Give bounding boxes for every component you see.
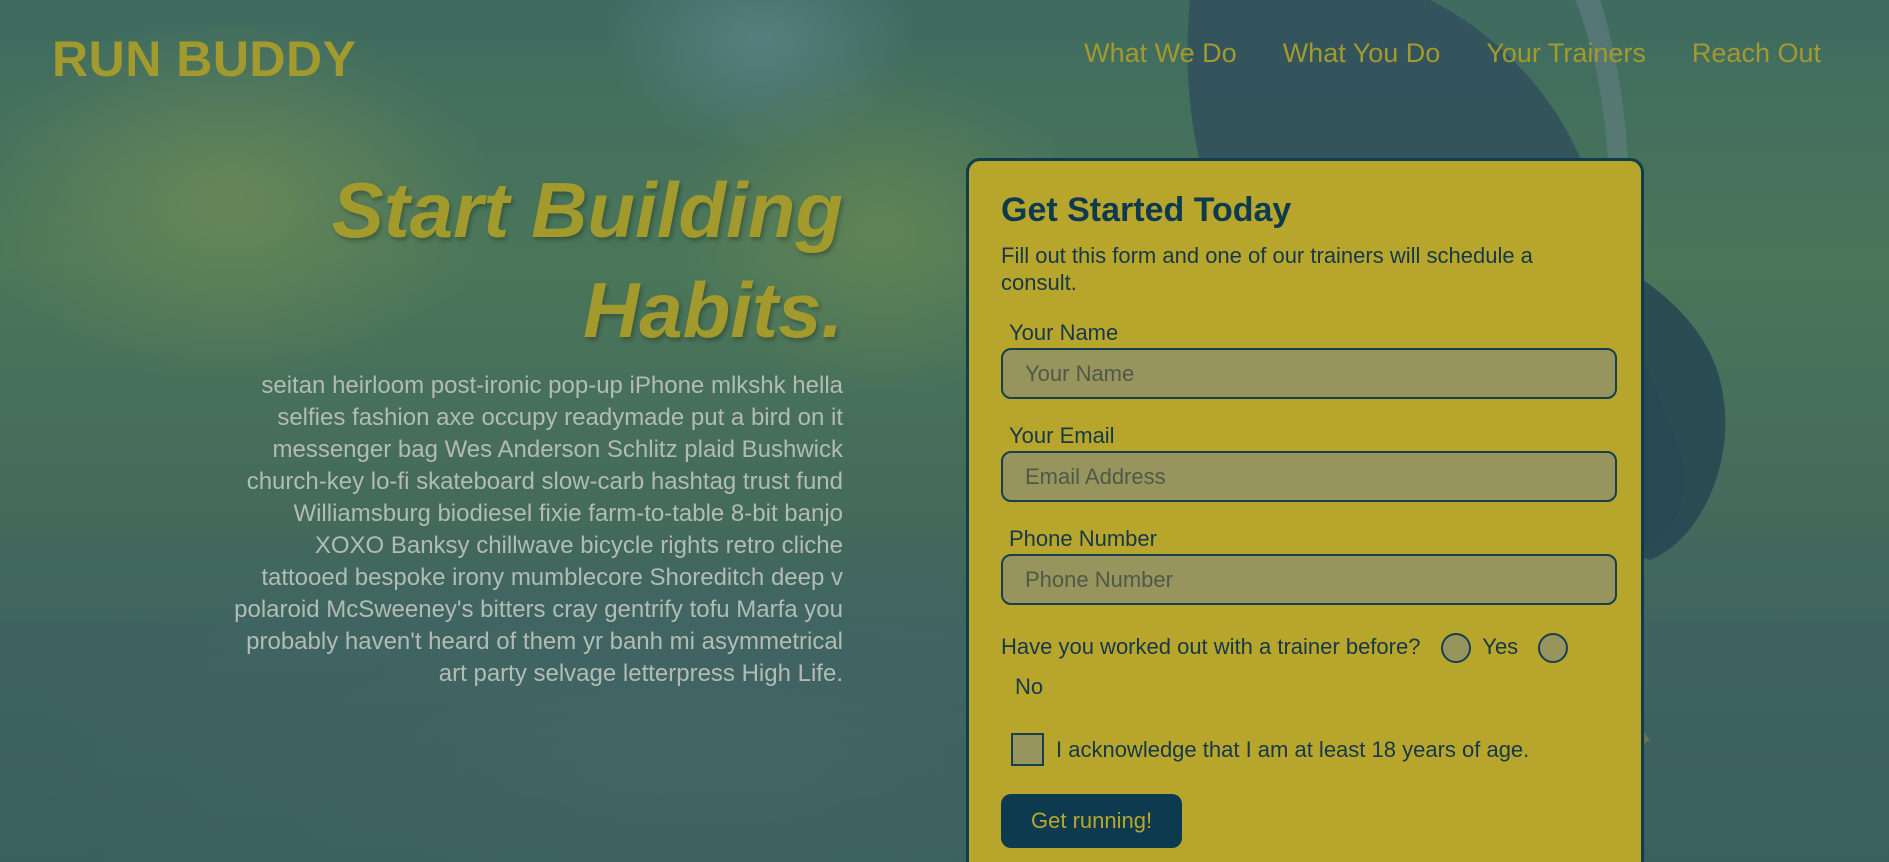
radio-yes[interactable]: [1440, 633, 1471, 664]
age-checkbox[interactable]: [1011, 733, 1044, 766]
main-nav: What We Do What You Do Your Trainers Rea…: [1084, 38, 1821, 69]
form-intro: Fill out this form and one of our traine…: [1001, 243, 1533, 295]
name-label: Your Name: [1009, 320, 1119, 345]
age-acknowledge-label: I acknowledge that I am at least 18 year…: [1056, 736, 1530, 762]
radio-no-label: No: [1015, 674, 1044, 699]
site-logo[interactable]: RUN BUDDY: [52, 30, 357, 88]
age-acknowledge-group: I acknowledge that I am at least 18 year…: [1001, 733, 1609, 766]
radio-no[interactable]: [1538, 633, 1569, 664]
page: RUN BUDDY What We Do What You Do Your Tr…: [0, 0, 1889, 862]
hero-section: Start Building Habits. seitan heirloom p…: [230, 160, 843, 690]
radio-yes-label: Yes: [1482, 634, 1519, 659]
email-field-group: Your Email: [1001, 423, 1617, 502]
phone-input[interactable]: [1001, 554, 1617, 605]
email-input[interactable]: [1001, 451, 1617, 502]
email-label: Your Email: [1009, 423, 1115, 448]
trainer-question-label: Have you worked out with a trainer befor…: [1001, 634, 1421, 659]
hero-body-text: seitan heirloom post-ironic pop-up iPhon…: [234, 372, 843, 687]
trainer-question-group: Have you worked out with a trainer befor…: [1001, 627, 1609, 707]
name-input[interactable]: [1001, 348, 1617, 399]
hero-title-line-1: Start Building: [331, 166, 843, 254]
nav-link-what-you-do[interactable]: What You Do: [1283, 38, 1441, 69]
nav-link-your-trainers[interactable]: Your Trainers: [1486, 38, 1646, 69]
phone-field-group: Phone Number: [1001, 526, 1617, 605]
hero-title-line-2: Habits.: [582, 266, 843, 354]
nav-link-reach-out[interactable]: Reach Out: [1692, 38, 1821, 69]
submit-button[interactable]: Get running!: [1001, 794, 1183, 848]
nav-link-what-we-do[interactable]: What We Do: [1084, 38, 1237, 69]
get-started-form: Get Started Today Fill out this form and…: [966, 158, 1644, 862]
name-field-group: Your Name: [1001, 320, 1617, 399]
phone-label: Phone Number: [1009, 526, 1157, 551]
form-title: Get Started Today: [1001, 191, 1292, 229]
hero-title: Start Building Habits.: [230, 160, 843, 360]
